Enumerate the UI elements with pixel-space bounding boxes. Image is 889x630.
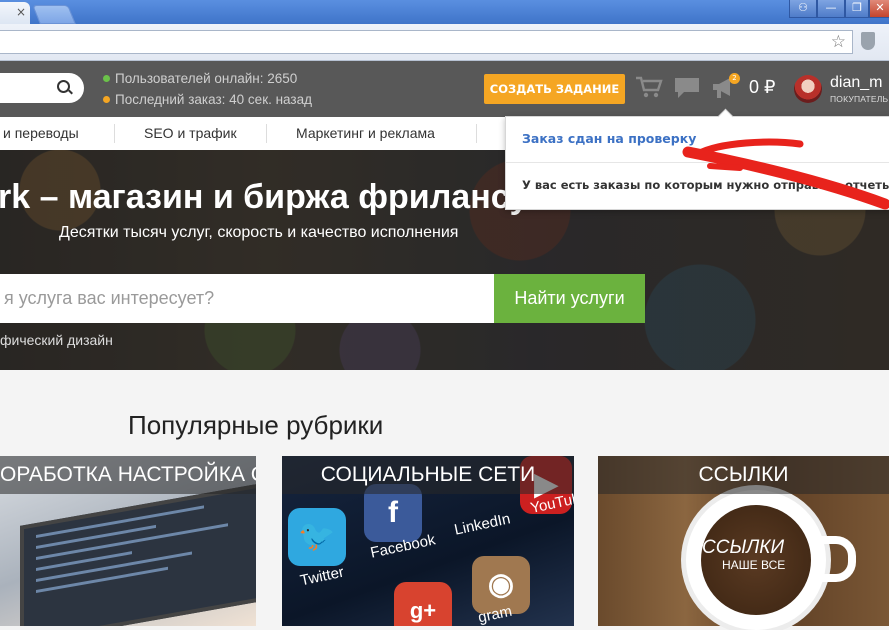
online-dot-icon	[103, 75, 110, 82]
site-header: Пользователей онлайн: 2650 Последний зак…	[0, 61, 889, 117]
bookmark-star-icon[interactable]: ☆	[831, 32, 846, 52]
url-input[interactable]: ☆	[0, 30, 853, 54]
red-arrow-annotation	[682, 138, 889, 210]
card-label: ССЫЛКИ	[598, 456, 889, 494]
browser-tab[interactable]: ×	[0, 2, 30, 24]
nav-item-translations[interactable]: и переводы	[3, 117, 79, 150]
new-tab-button[interactable]	[32, 5, 76, 24]
service-search-input[interactable]	[0, 274, 494, 323]
laptop-image	[20, 482, 256, 626]
nav-divider	[266, 124, 267, 143]
twitter-icon: 🐦	[288, 508, 346, 566]
hero-title: rk – магазин и биржа фрилансу	[0, 178, 529, 216]
search-hint-link[interactable]: фический дизайн	[0, 332, 113, 348]
card-label: ОРАБОТКА НАСТРОЙКА САЙТА	[0, 456, 256, 494]
avatar[interactable]	[794, 75, 822, 103]
create-task-button[interactable]: СОЗДАТЬ ЗАДАНИЕ	[484, 74, 625, 104]
browser-tabstrip: × ⚇ — ❐ ✕	[0, 0, 889, 24]
last-order-status: Последний заказ: 40 сек. назад	[103, 92, 312, 107]
nav-item-marketing[interactable]: Маркетинг и реклама	[296, 117, 435, 150]
minimize-button[interactable]: —	[817, 0, 845, 18]
cup-text-slogan: НАШЕ ВСЕ	[722, 558, 786, 572]
last-order-text: Последний заказ: 40 сек. назад	[115, 92, 312, 107]
balance[interactable]: 0 ₽	[749, 77, 775, 98]
header-search-input[interactable]	[0, 73, 84, 103]
google-plus-icon: g+	[394, 582, 452, 626]
cart-icon[interactable]	[635, 75, 663, 99]
order-dot-icon	[103, 96, 110, 103]
notification-title-link[interactable]: Заказ сдан на проверку	[522, 131, 696, 146]
search-icon[interactable]	[57, 80, 70, 93]
category-card-site-setup[interactable]: ОРАБОТКА НАСТРОЙКА САЙТА	[0, 456, 256, 626]
card-label: СОЦИАЛЬНЫЕ СЕТИ	[282, 456, 574, 494]
user-profile-icon[interactable]: ⚇	[789, 0, 817, 18]
close-window-button[interactable]: ✕	[869, 0, 889, 18]
category-card-social[interactable]: СОЦИАЛЬНЫЕ СЕТИ 🐦 Twitter f Facebook Lin…	[282, 456, 574, 626]
cup-handle	[818, 536, 856, 582]
nav-divider	[114, 124, 115, 143]
shield-icon[interactable]	[861, 32, 875, 50]
notification-badge: 2	[729, 73, 740, 84]
restore-button[interactable]: ❐	[845, 0, 869, 18]
online-users-status: Пользователей онлайн: 2650	[103, 71, 297, 86]
linkedin-caption: LinkedIn	[452, 510, 512, 539]
popular-categories-title: Популярные рубрики	[128, 410, 384, 440]
online-users-text: Пользователей онлайн: 2650	[115, 71, 298, 86]
twitter-caption: Twitter	[298, 563, 346, 590]
nav-divider	[476, 124, 477, 143]
username[interactable]: dian_m	[830, 74, 882, 92]
close-icon[interactable]: ×	[16, 5, 26, 19]
messages-icon[interactable]	[674, 77, 700, 99]
hero-subtitle: Десятки тысяч услуг, скорость и качество…	[59, 224, 459, 241]
user-role: ПОКУПАТЕЛЬ	[830, 94, 889, 104]
find-services-button[interactable]: Найти услуги	[494, 274, 645, 323]
address-bar: ☆	[0, 24, 889, 61]
cup-text-links: ССЫЛКИ	[702, 537, 785, 558]
nav-item-seo[interactable]: SEO и трафик	[144, 117, 237, 150]
